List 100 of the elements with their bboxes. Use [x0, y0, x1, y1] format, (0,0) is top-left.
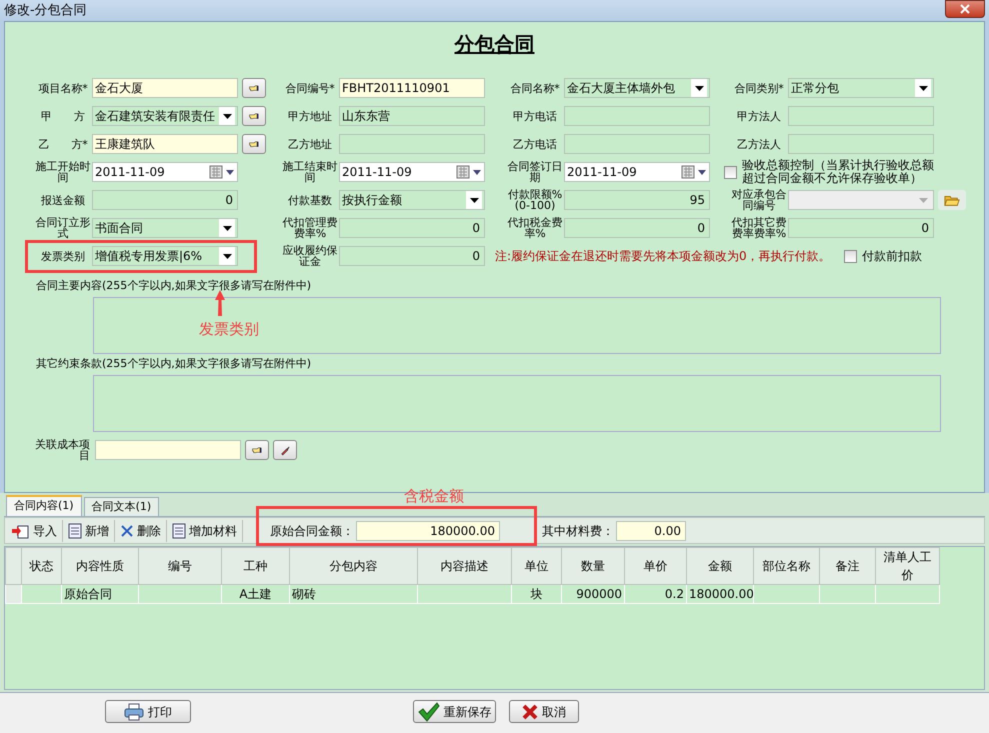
date-picker[interactable]: 2011-11-09 [564, 162, 710, 182]
footer-button[interactable]: 取消 [509, 700, 579, 723]
column-header: 金额 [686, 548, 754, 584]
field-label: 代扣管理费费率% [282, 217, 338, 239]
table-cell: 0.2 [624, 584, 686, 604]
annotation-text: 含税金额 [404, 486, 464, 507]
field-label: 合同名称* [509, 82, 561, 94]
annotation-text: 发票类别 [199, 319, 259, 340]
column-header: 清单人工价 [876, 548, 940, 584]
field-label: 对应承包合同编号 [730, 189, 788, 211]
field-label: 代扣税金费率% [506, 217, 564, 239]
combo-box[interactable]: 书面合同 [92, 218, 238, 238]
field-label: 乙 方* [37, 138, 89, 150]
table-cell: A土建 [222, 584, 290, 604]
lookup-button[interactable] [242, 134, 266, 154]
date-picker[interactable]: 2011-11-09 [92, 162, 238, 182]
lookup-button[interactable] [245, 440, 269, 460]
column-header: 数量 [562, 548, 624, 584]
field-label: 甲方法人 [736, 110, 782, 122]
text-field[interactable] [788, 134, 934, 154]
tab[interactable]: 合同内容(1) [6, 495, 82, 516]
text-field[interactable]: 金石大厦 [92, 78, 238, 98]
column-header: 单位 [512, 548, 562, 584]
tab[interactable]: 合同文本(1) [84, 497, 160, 516]
text-field[interactable] [564, 106, 710, 126]
toolbar-button[interactable]: 新增 [63, 520, 115, 542]
text-field[interactable] [564, 134, 710, 154]
note-text: 注:履约保证金在退还时需要先将本项金额改为0，再执行付款。 [495, 248, 831, 265]
field-label: 施工开始时间 [34, 161, 92, 183]
field-label: 甲方地址 [287, 110, 333, 122]
close-button[interactable] [945, 0, 985, 18]
field-label: 应收履约保证金 [282, 245, 338, 267]
date-picker[interactable]: 2011-11-09 [339, 162, 485, 182]
folder-button[interactable] [938, 190, 966, 210]
field-label: 乙方地址 [287, 138, 333, 150]
lookup-button[interactable] [242, 106, 266, 126]
amount-label: 原始合同金额： [270, 522, 354, 540]
import-icon [12, 522, 30, 538]
close-icon [960, 4, 970, 14]
field-label: 付款限额%(0-100) [506, 189, 564, 211]
field-label: 甲 方 [40, 110, 86, 122]
field-label: 乙方电话 [512, 138, 558, 150]
table-cell: 砌砖 [290, 584, 418, 604]
column-header: 状态 [22, 548, 62, 584]
clear-button[interactable] [273, 440, 297, 460]
footer-button[interactable]: 重新保存 [413, 700, 496, 723]
text-field[interactable]: 王康建筑队 [92, 134, 238, 154]
dropdown-arrow-icon [694, 86, 704, 90]
combo-box[interactable]: 正常分包 [788, 78, 934, 98]
amount-field[interactable]: 0.00 [616, 520, 686, 540]
field-label: 合同编号* [284, 82, 336, 94]
text-field[interactable]: FBHT2011110901 [339, 78, 485, 98]
combo-box[interactable]: 金石大厦主体墙外包 [564, 78, 710, 98]
calendar-icon [681, 165, 707, 179]
checkbox[interactable] [844, 250, 857, 262]
dropdown-arrow-icon [918, 86, 928, 90]
text-field[interactable]: 0 [788, 218, 934, 238]
field-label: 关联成本项目 [34, 439, 90, 461]
column-header: 编号 [138, 548, 222, 584]
amount-field[interactable]: 180000.00 [356, 520, 500, 540]
calendar-icon [209, 165, 235, 179]
text-field[interactable]: 0 [339, 218, 485, 238]
table-cell [754, 584, 820, 604]
dropdown-arrow-icon [918, 198, 928, 202]
dropdown-arrow-icon [222, 226, 232, 230]
checkbox[interactable] [724, 166, 737, 178]
field-label: 施工结束时间 [282, 161, 338, 183]
text-field[interactable]: 山东东营 [339, 106, 485, 126]
combo-box[interactable]: 金石建筑安装有限责任 [92, 106, 238, 126]
checkbox-label: 验收总额控制（当累计执行验收总额超过合同金额不允许保存验收单） [742, 159, 935, 185]
dropdown-arrow-icon [222, 254, 232, 258]
field-label: 甲方电话 [512, 110, 558, 122]
toolbar-button[interactable]: 删除 [115, 520, 167, 542]
lookup-button[interactable] [242, 78, 266, 98]
form-heading: 分包合同 [453, 31, 536, 58]
text-field[interactable] [95, 440, 241, 460]
toolbar-button[interactable]: 增加材料 [167, 520, 243, 542]
combo-box[interactable]: 按执行金额 [339, 190, 485, 210]
text-field[interactable]: 0 [339, 246, 485, 266]
cross-icon [522, 704, 538, 720]
text-field[interactable]: 0 [564, 218, 710, 238]
printer-icon [124, 702, 144, 720]
text-field[interactable]: 0 [92, 190, 238, 210]
folder-icon [944, 193, 960, 207]
combo-box[interactable]: 增值税专用发票|6% [92, 246, 238, 266]
table-cell: 900000 [562, 584, 624, 604]
text-field[interactable] [788, 106, 934, 126]
text-field[interactable] [339, 134, 485, 154]
document-icon [68, 522, 82, 538]
text-field[interactable]: 95 [564, 190, 710, 210]
field-label: 合同类别* [733, 82, 785, 94]
footer-button[interactable]: 打印 [105, 700, 191, 723]
field-label: 其它约束条款(255个字以内,如果文字很多请写在附件中) [35, 356, 312, 372]
column-header: 部位名称 [754, 548, 820, 584]
toolbar-button[interactable]: 导入 [7, 520, 63, 542]
field-label: 付款基数 [287, 194, 333, 206]
field-label: 合同订立形式 [34, 217, 92, 239]
window-title: 修改-分包合同 [4, 2, 87, 20]
table-cell [876, 584, 940, 604]
column-header: 内容性质 [62, 548, 138, 584]
